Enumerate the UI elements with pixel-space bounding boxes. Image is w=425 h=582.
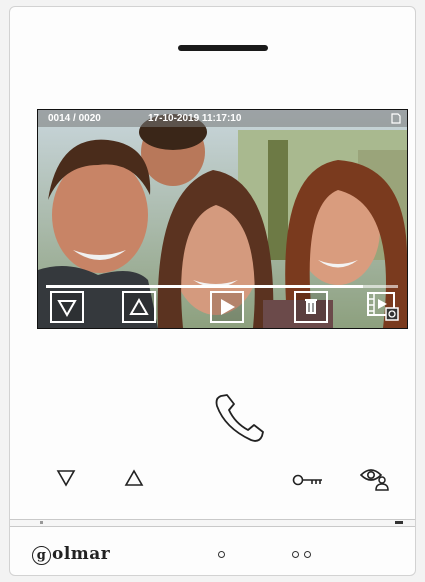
indicator-double-dot-2 [304,551,311,558]
photo-video-mode-icon [367,292,399,321]
triangle-up-icon [129,297,149,315]
logo-initial: g [32,546,51,565]
next-button[interactable] [122,291,156,323]
golmar-logo: g olmar [32,544,110,565]
progress-fill [46,285,363,288]
sd-card-icon [390,113,401,130]
status-bar: 0014 / 0020 17-10-2019 11:17:10 [38,110,407,127]
handset-icon [215,394,264,442]
trash-icon [305,299,317,314]
triangle-down-icon [56,470,76,487]
gallery-button[interactable] [366,291,400,323]
down-button[interactable] [56,469,76,492]
logo-text: olmar [52,544,111,564]
door-open-button[interactable] [292,473,324,492]
play-icon [221,299,235,315]
up-button[interactable] [124,469,144,492]
triangle-up-icon [124,469,144,486]
speaker-slot [178,45,268,51]
triangle-down-icon [57,300,77,318]
video-screen: 0014 / 0020 17-10-2019 11:17:10 [37,109,408,329]
playback-progress[interactable] [46,285,398,288]
eye-user-icon [359,469,389,491]
call-button[interactable] [211,390,269,448]
panel-notch [40,521,43,524]
record-counter: 0014 / 0020 [48,113,101,124]
record-datetime: 17-10-2019 11:17:10 [148,113,242,124]
key-icon [292,474,322,486]
panel-divider [10,519,415,527]
monitor-button[interactable] [359,465,390,496]
playback-toolbar [38,291,407,325]
play-button[interactable] [210,291,244,323]
intercom-monitor: 0014 / 0020 17-10-2019 11:17:10 g olmar [9,6,416,576]
status-led [395,521,403,524]
previous-button[interactable] [50,291,84,323]
delete-button[interactable] [294,291,328,323]
indicator-single-dot [218,551,225,558]
indicator-double-dot-1 [292,551,299,558]
